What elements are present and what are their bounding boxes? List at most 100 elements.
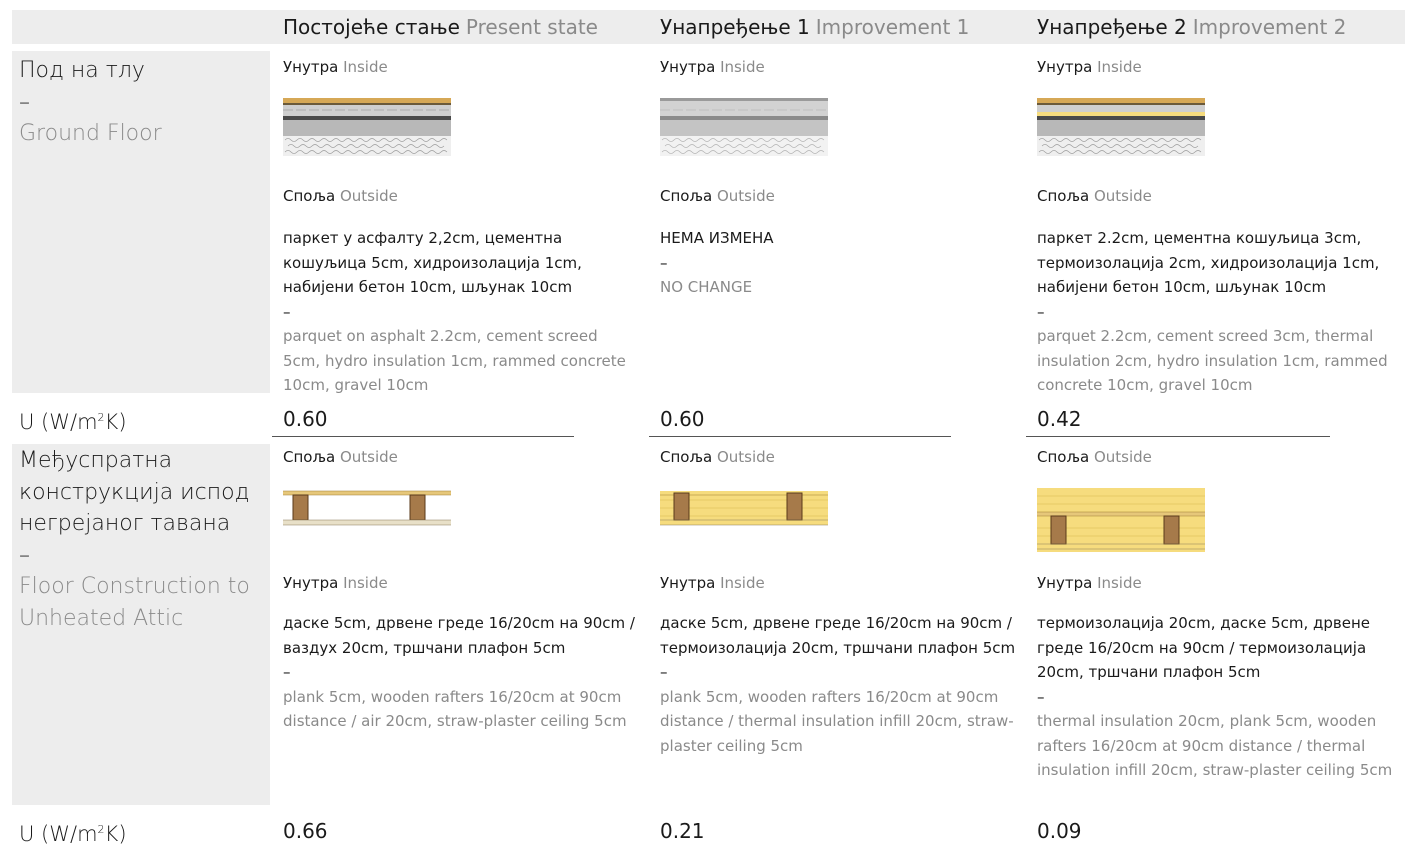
- header-imp1-en: Improvement 1: [815, 15, 970, 39]
- attic-present-outside-label: Споља Outside: [283, 445, 398, 469]
- outside-sr: Споља: [1037, 187, 1090, 205]
- attic-present-u-value: 0.66: [283, 819, 328, 843]
- outside-sr: Споља: [1037, 448, 1090, 466]
- attic-floor-title-dash: –: [19, 542, 30, 568]
- outside-sr: Споља: [660, 448, 713, 466]
- header-present-state: Постојеће стање Present state: [283, 14, 598, 40]
- header-improvement-2: Унапређење 2 Improvement 2: [1037, 14, 1346, 40]
- desc-sr: паркет у асфалту 2,2cm, цементна кошуљиц…: [283, 229, 582, 296]
- desc-en: parquet 2.2cm, cement screed 3cm, therma…: [1037, 327, 1388, 394]
- ground-floor-title-dash: –: [19, 89, 30, 115]
- desc-en: plank 5cm, wooden rafters 16/20cm at 90c…: [283, 687, 627, 731]
- desc-dash: –: [283, 302, 291, 321]
- ground-present-inside-label: Унутра Inside: [283, 55, 388, 79]
- desc-sr: НЕМА ИЗМЕНА: [660, 229, 774, 247]
- ground-floor-title-sr: Под на тлу: [19, 58, 145, 83]
- ground-imp2-description: паркет 2.2cm, цементна кошуљица 3cm, тер…: [1037, 226, 1399, 398]
- outside-en: Outside: [716, 448, 775, 466]
- ground-imp2-outside-label: Споља Outside: [1037, 184, 1152, 208]
- u-label-sup: 2: [97, 823, 105, 836]
- desc-dash: –: [660, 663, 668, 681]
- attic-imp1-inside-label: Унутра Inside: [660, 571, 765, 595]
- inside-sr: Унутра: [283, 58, 339, 76]
- attic-imp2-inside-label: Унутра Inside: [1037, 571, 1142, 595]
- attic-imp1-description: даске 5cm, дрвене греде 16/20cm на 90cm …: [660, 611, 1022, 758]
- ground-imp2-section-drawing: [1037, 98, 1205, 156]
- ground-imp1-description: НЕМА ИЗМЕНА – NO CHANGE: [660, 226, 1020, 300]
- ground-imp1-u-value: 0.60: [660, 407, 705, 431]
- desc-en: NO CHANGE: [660, 278, 753, 296]
- attic-floor-title-en: Floor Construction to Unheated Attic: [19, 574, 250, 631]
- ground-imp1-u-divider: [649, 436, 951, 437]
- desc-en: plank 5cm, wooden rafters 16/20cm at 90c…: [660, 687, 1014, 755]
- outside-sr: Споља: [283, 187, 336, 205]
- ground-u-label: U (W/m2K): [19, 404, 127, 436]
- u-label-suffix: K): [104, 410, 127, 434]
- outside-en: Outside: [1093, 448, 1152, 466]
- desc-sr: термоизолација 20cm, даске 5cm, дрвене г…: [1037, 614, 1371, 681]
- inside-en: Inside: [1097, 58, 1142, 76]
- ground-imp1-outside-label: Споља Outside: [660, 184, 775, 208]
- inside-sr: Унутра: [1037, 574, 1093, 592]
- outside-en: Outside: [716, 187, 775, 205]
- inside-sr: Унутра: [660, 58, 716, 76]
- attic-floor-title-sr: Међуспратна конструкција испод негрејано…: [19, 448, 250, 536]
- ground-present-section-drawing: [283, 98, 451, 156]
- attic-imp2-outside-label: Споља Outside: [1037, 445, 1152, 469]
- inside-sr: Унутра: [660, 574, 716, 592]
- inside-sr: Унутра: [1037, 58, 1093, 76]
- attic-present-inside-label: Унутра Inside: [283, 571, 388, 595]
- attic-floor-title: Међуспратна конструкција испод негрејано…: [19, 445, 259, 634]
- desc-sr: паркет 2.2cm, цементна кошуљица 3cm, тер…: [1037, 229, 1380, 296]
- header-imp2-en: Improvement 2: [1192, 15, 1347, 39]
- header-present-sr: Постојеће стање: [283, 15, 460, 39]
- ground-present-outside-label: Споља Outside: [283, 184, 398, 208]
- outside-sr: Споља: [283, 448, 336, 466]
- ground-imp2-u-divider: [1026, 436, 1330, 437]
- ground-imp2-inside-label: Унутра Inside: [1037, 55, 1142, 79]
- ground-imp2-u-value: 0.42: [1037, 407, 1082, 431]
- u-label-suffix: K): [104, 822, 127, 846]
- ground-imp1-section-drawing: [660, 98, 828, 156]
- inside-en: Inside: [343, 58, 388, 76]
- attic-imp1-outside-label: Споља Outside: [660, 445, 775, 469]
- desc-dash: –: [1037, 687, 1045, 706]
- header-improvement-1: Унапређење 1 Improvement 1: [660, 14, 969, 40]
- outside-en: Outside: [339, 187, 398, 205]
- attic-imp1-u-value: 0.21: [660, 819, 705, 843]
- header-present-en: Present state: [465, 15, 598, 39]
- inside-sr: Унутра: [283, 574, 339, 592]
- attic-u-label: U (W/m2K): [19, 816, 127, 846]
- ground-floor-title-en: Ground Floor: [19, 121, 162, 146]
- u-label-sup: 2: [97, 411, 105, 424]
- desc-dash: –: [660, 253, 668, 272]
- inside-en: Inside: [343, 574, 388, 592]
- ground-floor-title: Под на тлу – Ground Floor: [19, 55, 264, 150]
- ground-present-u-divider: [272, 436, 574, 437]
- inside-en: Inside: [720, 58, 765, 76]
- u-label-text: U (W/m: [19, 410, 98, 434]
- desc-dash: –: [283, 663, 291, 681]
- u-label-text: U (W/m: [19, 822, 98, 846]
- outside-en: Outside: [339, 448, 398, 466]
- inside-en: Inside: [720, 574, 765, 592]
- desc-en: thermal insulation 20cm, plank 5cm, wood…: [1037, 712, 1393, 779]
- ground-imp1-inside-label: Унутра Inside: [660, 55, 765, 79]
- attic-imp1-section-drawing: [660, 488, 828, 528]
- attic-present-section-drawing: [283, 488, 451, 528]
- desc-dash: –: [1037, 302, 1045, 321]
- attic-imp2-description: термоизолација 20cm, даске 5cm, дрвене г…: [1037, 611, 1399, 783]
- outside-sr: Споља: [660, 187, 713, 205]
- ground-present-description: паркет у асфалту 2,2cm, цементна кошуљиц…: [283, 226, 628, 398]
- header-imp1-sr: Унапређење 1: [660, 15, 810, 39]
- attic-imp2-u-value: 0.09: [1037, 819, 1082, 843]
- ground-present-u-value: 0.60: [283, 407, 328, 431]
- desc-sr: даске 5cm, дрвене греде 16/20cm на 90cm …: [660, 614, 1016, 657]
- desc-sr: даске 5cm, дрвене греде 16/20cm на 90cm …: [283, 614, 635, 657]
- header-imp2-sr: Унапређење 2: [1037, 15, 1187, 39]
- outside-en: Outside: [1093, 187, 1152, 205]
- inside-en: Inside: [1097, 574, 1142, 592]
- attic-imp2-section-drawing: [1037, 488, 1205, 552]
- desc-en: parquet on asphalt 2.2cm, cement screed …: [283, 327, 626, 394]
- attic-present-description: даске 5cm, дрвене греде 16/20cm на 90cm …: [283, 611, 643, 734]
